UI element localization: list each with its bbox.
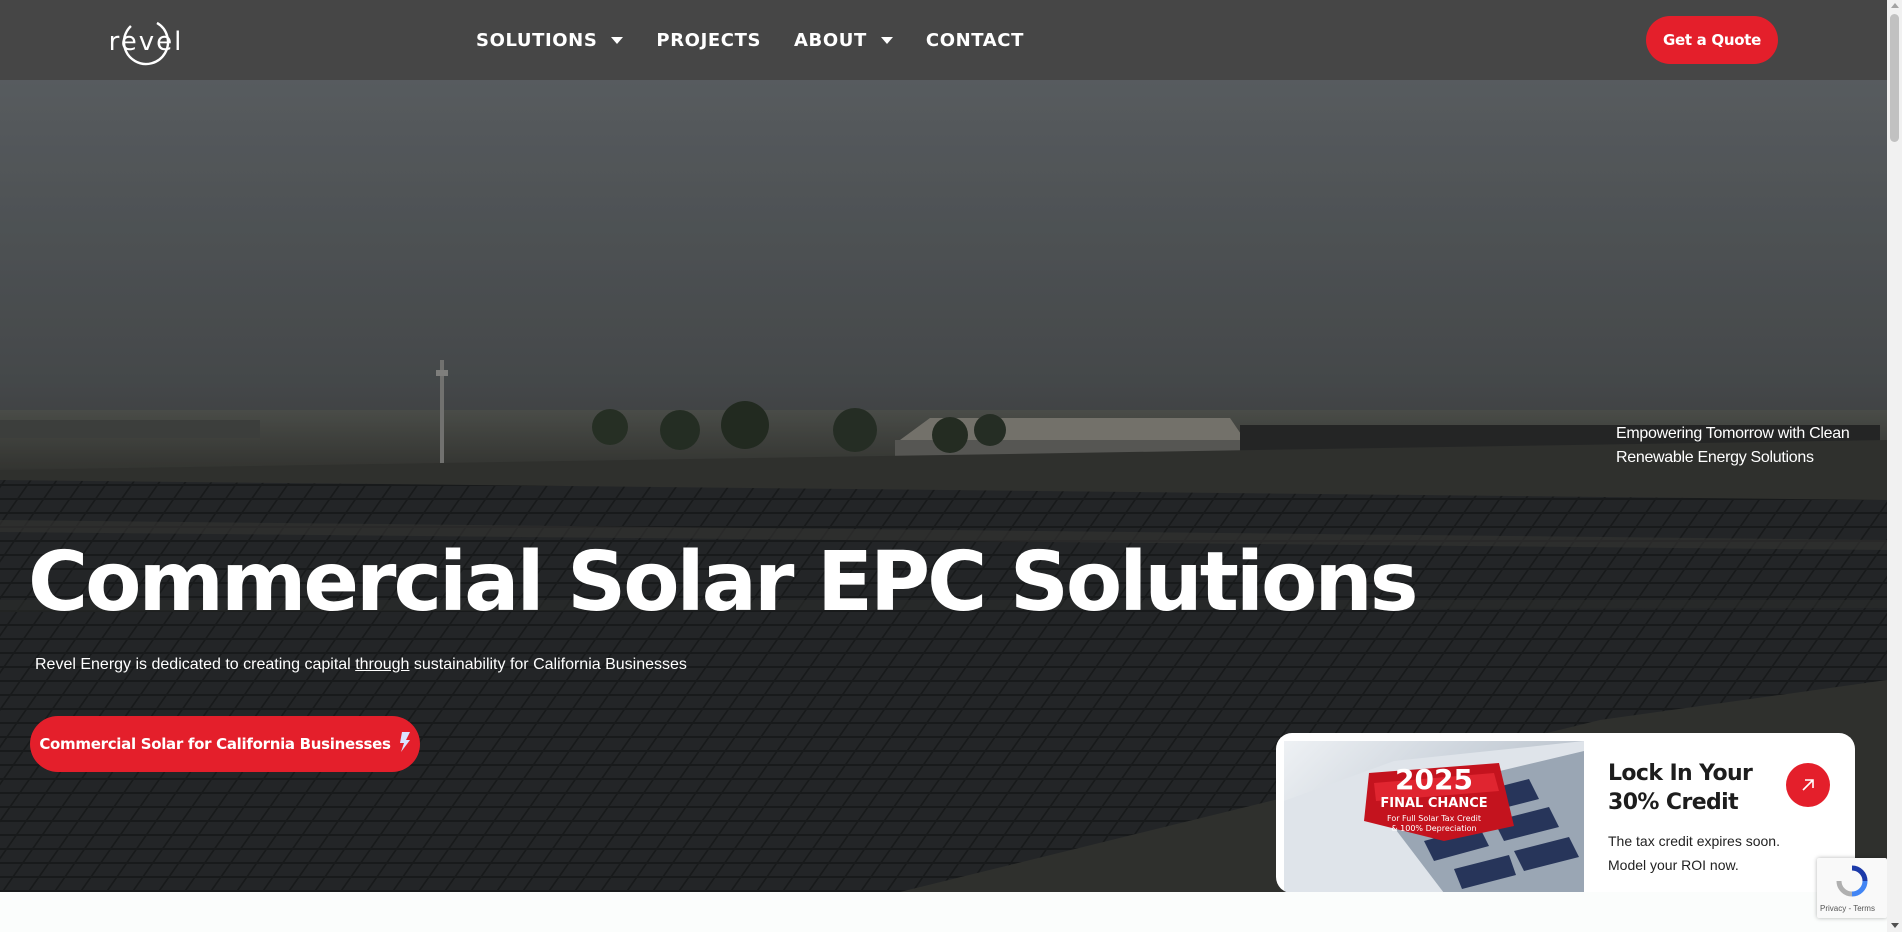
chevron-down-icon xyxy=(880,36,893,44)
nav-label-contact: CONTACT xyxy=(925,29,1024,51)
recaptcha-badge[interactable]: Privacy - Terms xyxy=(1817,858,1887,918)
tax-credit-promo-card[interactable]: 2025 FINAL CHANCE For Full Solar Tax Cre… xyxy=(1276,733,1855,893)
hero-subtitle-pre: Revel Energy is dedicated to creating ca… xyxy=(35,656,356,673)
nav-label-about: ABOUT xyxy=(794,29,867,51)
scroll-up-arrow-icon[interactable] xyxy=(1890,3,1899,8)
badge-line2: & 100% Depreciation xyxy=(1391,824,1476,833)
hero-subtitle-post: sustainability for California Businesses xyxy=(409,656,687,673)
badge-title: FINAL CHANCE xyxy=(1380,796,1487,811)
chevron-down-icon xyxy=(611,36,624,44)
promo-description: The tax credit expires soon. Model your … xyxy=(1608,833,1780,873)
promo-image: 2025 FINAL CHANCE For Full Solar Tax Cre… xyxy=(1284,741,1584,893)
recaptcha-icon xyxy=(1836,865,1868,897)
nav-item-about[interactable]: ABOUT xyxy=(794,30,893,51)
scroll-down-arrow-icon[interactable] xyxy=(1890,923,1899,928)
page: revel SOLUTIONS PROJECTS ABOUT CONTACT G… xyxy=(0,0,1902,932)
hero-tagline: Empowering Tomorrow with Clean Renewable… xyxy=(1616,425,1850,466)
recaptcha-privacy-terms[interactable]: Privacy - Terms xyxy=(1820,904,1875,913)
next-section-edge xyxy=(0,892,1887,932)
page-scrollbar[interactable] xyxy=(1887,0,1902,932)
bolt-icon xyxy=(399,731,411,757)
commercial-solar-cta-button[interactable]: Commercial Solar for California Business… xyxy=(30,716,420,772)
nav-item-solutions[interactable]: SOLUTIONS xyxy=(476,29,624,51)
promo-title: Lock In Your 30% Credit xyxy=(1608,761,1753,815)
scrollbar-thumb[interactable] xyxy=(1890,14,1899,142)
site-header: revel SOLUTIONS PROJECTS ABOUT CONTACT G… xyxy=(0,0,1887,80)
arrow-up-right-icon[interactable] xyxy=(1786,763,1830,807)
hero-subtitle-link[interactable]: through xyxy=(355,656,409,673)
hero-subtitle: Revel Energy is dedicated to creating ca… xyxy=(35,656,687,674)
cta-label: Commercial Solar for California Business… xyxy=(39,735,391,753)
hero-title: Commercial Solar EPC Solutions xyxy=(28,535,1419,630)
logo-text: revel xyxy=(109,27,184,57)
revel-logo-mark: revel xyxy=(109,18,184,66)
badge-year: 2025 xyxy=(1395,763,1473,796)
revel-logo[interactable]: revel xyxy=(96,14,196,66)
nav-item-projects[interactable]: PROJECTS xyxy=(656,30,761,51)
get-quote-button[interactable]: Get a Quote xyxy=(1646,16,1778,64)
rooftop-solar-illustration: 2025 FINAL CHANCE For Full Solar Tax Cre… xyxy=(1284,741,1584,893)
nav-label-projects: PROJECTS xyxy=(656,29,762,51)
nav-item-contact[interactable]: CONTACT xyxy=(926,30,1024,51)
nav-label-solutions: SOLUTIONS xyxy=(476,29,598,51)
badge-line1: For Full Solar Tax Credit xyxy=(1387,814,1481,823)
main-nav: SOLUTIONS PROJECTS ABOUT CONTACT xyxy=(476,0,1057,80)
